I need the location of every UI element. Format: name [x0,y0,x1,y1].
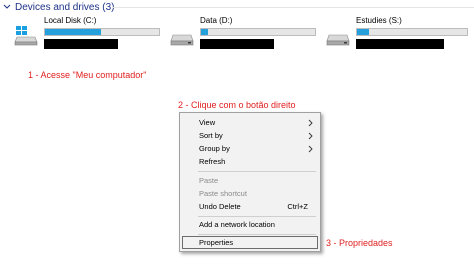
drive-usage-fill [357,29,370,35]
drive-usage-bar [44,28,160,36]
header-divider [112,7,474,8]
menu-item-label: Group by [199,144,230,153]
chevron-down-icon [3,4,11,9]
menu-item-label: Refresh [199,157,226,166]
drive-name: Local Disk (C:) [44,16,97,25]
annotation-step2: 2 - Clique com o botão direito [178,100,296,110]
menu-item-label: View [199,118,216,127]
chevron-right-icon [308,132,313,140]
context-menu: View Sort by Group by Refresh Paste Past… [179,112,321,252]
drive-icon [326,34,350,46]
menu-item-sort-by[interactable]: Sort by [180,130,320,142]
redacted-info [356,39,444,49]
annotation-step3: 3 - Propriedades [326,238,393,248]
menu-item-label: Paste shortcut [199,189,247,198]
menu-item-label: Paste [199,176,219,185]
menu-item-view[interactable]: View [180,117,320,129]
menu-item-label: Undo Delete [199,202,241,211]
redacted-info [200,39,274,49]
chevron-right-icon [308,119,313,127]
drive-item-s[interactable]: Estudies (S:) [326,16,472,52]
menu-item-add-network-location[interactable]: Add a network location [180,219,320,231]
menu-separator [198,216,316,217]
drive-usage-fill [45,29,101,35]
drive-item-d[interactable]: Data (D:) [170,16,320,52]
section-title: Devices and drives (3) [15,1,115,13]
menu-item-group-by[interactable]: Group by [180,143,320,155]
drive-usage-bar [356,28,468,36]
drive-icon [170,34,194,46]
annotation-step1: 1 - Acesse "Meu computador" [28,70,147,80]
devices-drives-header[interactable]: Devices and drives (3) [2,0,114,14]
menu-separator [198,234,316,235]
chevron-right-icon [308,145,313,153]
drive-usage-fill [201,29,208,35]
windows-drive-icon [14,26,38,46]
menu-item-paste[interactable]: Paste [180,175,320,187]
menu-item-shortcut: Ctrl+Z [287,202,308,211]
menu-item-refresh[interactable]: Refresh [180,156,320,168]
redacted-info [44,39,118,49]
menu-item-label: Add a network location [199,220,275,229]
menu-separator [198,171,316,172]
menu-item-label: Sort by [199,131,223,140]
menu-item-undo-delete[interactable]: Undo Delete Ctrl+Z [180,201,320,213]
drive-name: Data (D:) [200,16,233,25]
menu-item-label: Properties [199,238,234,247]
drive-item-c[interactable]: Local Disk (C:) [14,16,164,52]
drive-name: Estudies (S:) [356,16,402,25]
drive-usage-bar [200,28,316,36]
menu-item-paste-shortcut[interactable]: Paste shortcut [180,188,320,200]
menu-item-properties[interactable]: Properties [180,237,320,249]
